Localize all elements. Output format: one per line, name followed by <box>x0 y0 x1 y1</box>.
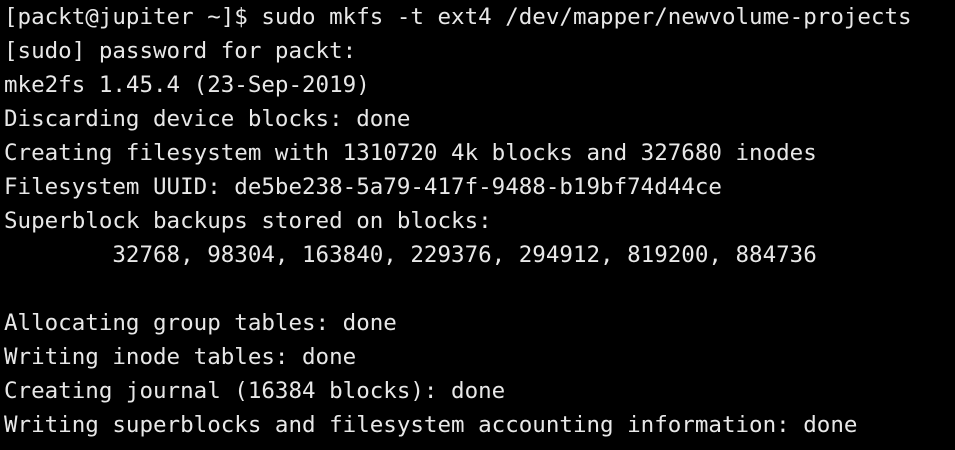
output-line: 32768, 98304, 163840, 229376, 294912, 81… <box>4 242 817 268</box>
output-line: Superblock backups stored on blocks: <box>4 208 492 234</box>
output-line: mke2fs 1.45.4 (23-Sep-2019) <box>4 72 370 98</box>
output-line: Discarding device blocks: done <box>4 106 411 132</box>
sudo-password-prompt: [sudo] password for packt: <box>4 38 357 64</box>
output-line: Filesystem UUID: de5be238-5a79-417f-9488… <box>4 174 722 200</box>
output-line: Creating journal (16384 blocks): done <box>4 378 506 404</box>
output-line: Creating filesystem with 1310720 4k bloc… <box>4 140 817 166</box>
output-line: Writing inode tables: done <box>4 344 357 370</box>
command-prompt-line: [packt@jupiter ~]$ sudo mkfs -t ext4 /de… <box>4 4 912 30</box>
output-line: Writing superblocks and filesystem accou… <box>4 412 858 438</box>
terminal-window[interactable]: [packt@jupiter ~]$ sudo mkfs -t ext4 /de… <box>0 0 955 450</box>
output-line: Allocating group tables: done <box>4 310 397 336</box>
